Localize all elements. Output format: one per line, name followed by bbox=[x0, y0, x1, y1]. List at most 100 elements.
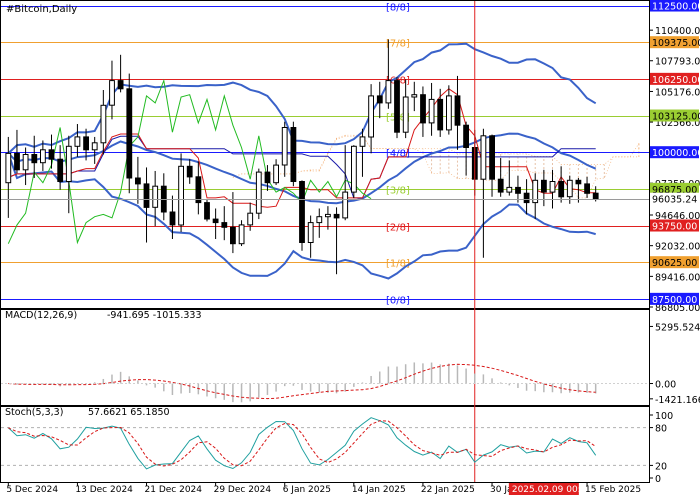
price-tick-label: 92032.00 bbox=[655, 242, 700, 253]
bullish-candle-body bbox=[549, 181, 556, 193]
bearish-candle-body bbox=[515, 186, 521, 194]
bearish-candle-body bbox=[83, 136, 89, 151]
macd-tick-label: -1421.166 bbox=[655, 395, 700, 406]
bullish-candle-body bbox=[5, 152, 12, 184]
bullish-candle-body bbox=[178, 165, 184, 226]
level-label-7: [1/8] bbox=[386, 259, 410, 270]
bullish-candle-body bbox=[273, 164, 280, 184]
level-price-tag: 90625.00 bbox=[650, 256, 699, 269]
bullish-candle-body bbox=[247, 212, 254, 226]
bullish-candle-body bbox=[446, 95, 452, 131]
price-tag-text: 100000.00 bbox=[652, 148, 700, 159]
bullish-candle-body bbox=[255, 171, 262, 214]
bitcoin-chart[interactable]: [8/8][7/8][6/8][5/8][4/8][3/8][2/8][1/8]… bbox=[0, 0, 700, 500]
stoch-tick-label: 80 bbox=[655, 424, 667, 435]
bearish-candle-body bbox=[394, 80, 400, 133]
bearish-candle-body bbox=[48, 149, 55, 160]
price-tick-label: 105176.00 bbox=[655, 87, 700, 98]
level-price-tag: 100000.00 bbox=[650, 146, 700, 159]
price-tick-label: 107793.00 bbox=[655, 57, 700, 68]
bearish-candle-body bbox=[230, 226, 236, 245]
x-tick-label: 22 Jan 2025 bbox=[421, 485, 475, 495]
bearish-candle-body bbox=[290, 127, 297, 182]
candle bbox=[204, 199, 210, 222]
price-tick-label: 89416.00 bbox=[655, 272, 700, 283]
bearish-candle-body bbox=[57, 158, 64, 182]
candle bbox=[394, 77, 400, 139]
candle bbox=[290, 121, 297, 187]
bullish-candle-body bbox=[411, 94, 418, 98]
level-label-6: [2/8] bbox=[386, 223, 410, 234]
bearish-candle-body bbox=[584, 183, 591, 194]
price-tag-text: 96035.24 bbox=[652, 195, 697, 206]
bearish-candle-body bbox=[31, 154, 38, 164]
bearish-candle-body bbox=[143, 183, 150, 208]
bullish-candle-body bbox=[22, 154, 29, 171]
x-tick-label: 5 Dec 2024 bbox=[6, 485, 58, 495]
stoch-title: Stoch(5,3,3) bbox=[5, 407, 63, 418]
bullish-candle-body bbox=[281, 127, 288, 166]
price-tag-text: 109375.00 bbox=[652, 38, 700, 49]
level-price-tag: 87500.00 bbox=[650, 292, 699, 306]
x-tick-label: 21 Dec 2024 bbox=[145, 485, 203, 495]
bullish-candle-body bbox=[325, 213, 331, 218]
bearish-candle-body bbox=[592, 192, 599, 200]
bullish-candle-body bbox=[368, 95, 375, 138]
level-price-tag: 112500.00 bbox=[650, 0, 700, 13]
bullish-candle-body bbox=[428, 98, 435, 124]
candle bbox=[299, 180, 305, 251]
bearish-candle-body bbox=[117, 80, 124, 90]
stoch-readout: 57.6621 65.1850 bbox=[88, 407, 170, 418]
bearish-candle-body bbox=[489, 135, 496, 180]
macd-tick-label: 5295.524 bbox=[655, 322, 700, 333]
date-cursor-label: 2025.02.09 00:00 bbox=[512, 485, 593, 495]
x-tick-label: 29 Dec 2024 bbox=[214, 485, 272, 495]
x-tick-label: 14 Jan 2025 bbox=[352, 485, 406, 495]
bullish-candle-body bbox=[91, 142, 98, 151]
price-tag-text: 112500.00 bbox=[652, 2, 700, 13]
bullish-candle-body bbox=[566, 179, 573, 198]
bullish-candle-body bbox=[385, 80, 392, 104]
bullish-candle-body bbox=[100, 104, 107, 144]
level-label-8: [0/8] bbox=[386, 296, 410, 307]
bullish-candle-body bbox=[40, 149, 46, 164]
level-label-1: [7/8] bbox=[386, 39, 410, 50]
bearish-candle-body bbox=[299, 181, 305, 243]
chart-window: [8/8][7/8][6/8][5/8][4/8][3/8][2/8][1/8]… bbox=[0, 0, 700, 500]
chart-title: #Bitcoin,Daily bbox=[6, 4, 77, 15]
x-tick-label: 15 Feb 2025 bbox=[585, 485, 641, 495]
bullish-candle-body bbox=[74, 136, 81, 147]
price-tick-label: 110400.00 bbox=[655, 26, 700, 37]
bearish-candle-body bbox=[454, 95, 461, 126]
bearish-candle-body bbox=[437, 98, 444, 131]
bullish-candle-body bbox=[152, 185, 159, 208]
price-tag-text: 106250.00 bbox=[652, 75, 700, 86]
candle bbox=[126, 73, 133, 194]
macd-tick-label: 0.00 bbox=[655, 380, 676, 391]
level-label-5: [3/8] bbox=[386, 186, 410, 197]
bullish-candle-body bbox=[480, 135, 487, 180]
level-label-0: [8/8] bbox=[386, 3, 410, 14]
price-tag-text: 90625.00 bbox=[652, 258, 697, 269]
bearish-candle-body bbox=[264, 171, 271, 184]
bearish-candle-body bbox=[558, 181, 565, 198]
bearish-candle-body bbox=[575, 179, 582, 185]
price-tag-text: 93750.00 bbox=[652, 222, 697, 233]
bearish-candle-body bbox=[463, 124, 470, 148]
macd-readout: -941.695 -1015.333 bbox=[107, 310, 202, 321]
bearish-candle-body bbox=[135, 177, 141, 185]
bearish-candle-body bbox=[195, 176, 202, 204]
bullish-candle-body bbox=[351, 145, 357, 193]
bearish-candle-body bbox=[420, 94, 426, 124]
bearish-candle-body bbox=[204, 202, 210, 220]
bullish-candle-body bbox=[109, 80, 115, 106]
bearish-candle-body bbox=[376, 95, 383, 104]
bearish-candle-body bbox=[333, 213, 340, 219]
stoch-tick-label: 0 bbox=[655, 474, 661, 485]
current-price-tag: 96035.24 bbox=[650, 192, 699, 206]
x-tick-label: 13 Dec 2024 bbox=[75, 485, 133, 495]
bearish-candle-body bbox=[14, 152, 20, 171]
price-tag-text: 87500.00 bbox=[652, 295, 697, 306]
bearish-candle-body bbox=[169, 211, 176, 226]
macd-title: MACD(12,26,9) bbox=[5, 310, 77, 321]
